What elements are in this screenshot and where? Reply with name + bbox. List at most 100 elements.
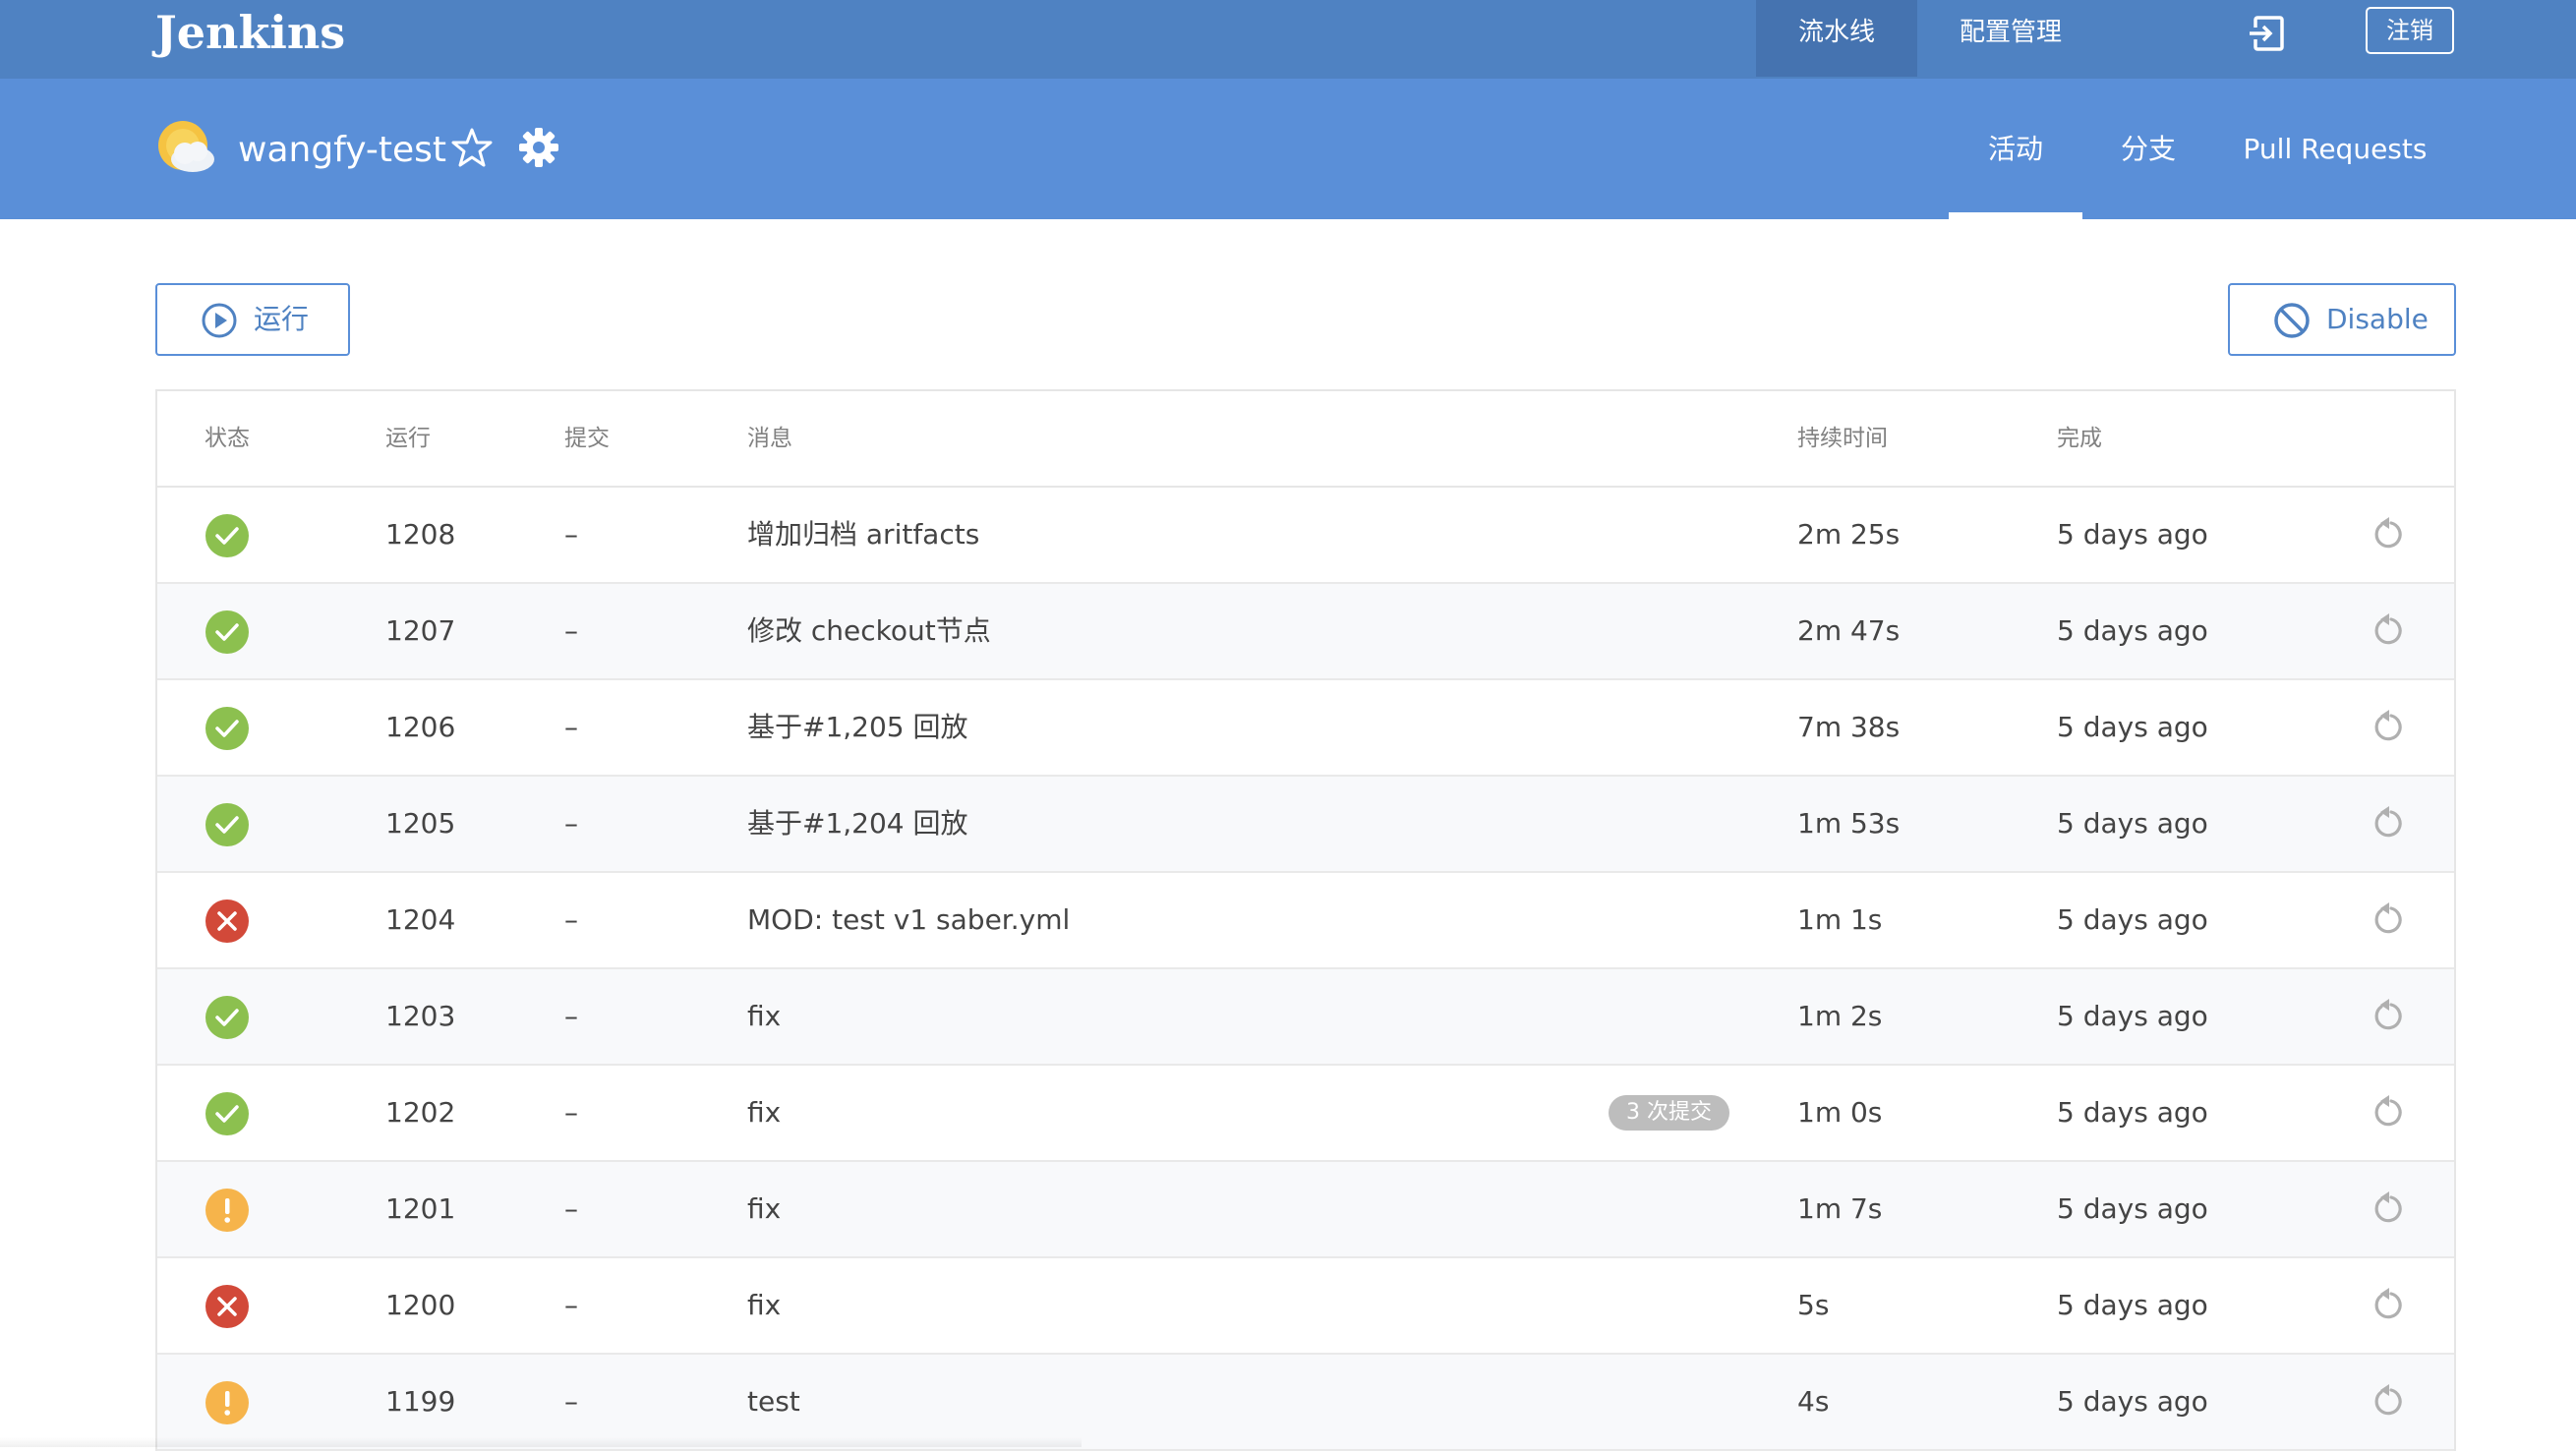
duration: 5s [1797,1289,1830,1321]
disable-button[interactable]: Disable [2228,283,2456,356]
partly-cloudy-icon [158,121,214,172]
commit-message: test [747,1385,800,1418]
completed-time: 5 days ago [2057,614,2208,647]
logout-button[interactable]: 注销 [2366,7,2454,54]
run-number: 1200 [385,1289,456,1321]
replay-icon[interactable] [2368,804,2407,843]
duration: 2m 47s [1797,614,1901,647]
table-row[interactable]: 1203 – fix 1m 2s 5 days ago [157,969,2454,1066]
gear-icon[interactable] [517,126,560,169]
commit-message: MOD: test v1 saber.yml [747,903,1071,936]
tab-activity[interactable]: 活动 [1949,128,2082,171]
commit-message: fix [747,1192,782,1225]
commit-message: 修改 checkout节点 [747,614,991,647]
unstable-exclamation-icon [205,1189,249,1232]
duration: 4s [1797,1385,1830,1418]
commit-message: fix [747,1096,782,1129]
jenkins-logo[interactable]: Jenkins [155,0,345,65]
column-header-duration[interactable]: 持续时间 [1797,391,1888,486]
completed-time: 5 days ago [2057,518,2208,551]
table-row[interactable]: 1200 – fix 5s 5 days ago [157,1258,2454,1355]
table-header: 状态 运行 提交 消息 持续时间 完成 [157,391,2454,488]
star-icon[interactable] [450,126,494,169]
exit-icon[interactable] [2247,14,2286,53]
commit-message: fix [747,1000,782,1032]
commit-message: 增加归档 aritfacts [747,518,980,551]
commit-message: 基于#1,205 回放 [747,711,968,743]
completed-time: 5 days ago [2057,711,2208,743]
column-header-commit[interactable]: 提交 [564,391,610,486]
tab-branches[interactable]: 分支 [2104,128,2193,171]
duration: 1m 1s [1797,903,1883,936]
column-header-status[interactable]: 状态 [205,391,250,486]
replay-icon[interactable] [2368,708,2407,747]
job-name[interactable]: wangfy-test [238,125,446,176]
success-check-icon [205,610,249,654]
commit-id: – [564,1096,578,1129]
commit-id: – [564,903,578,936]
run-number: 1199 [385,1385,456,1418]
duration: 1m 7s [1797,1192,1883,1225]
completed-time: 5 days ago [2057,1385,2208,1418]
success-check-icon [205,1092,249,1135]
duration: 7m 38s [1797,711,1901,743]
success-check-icon [205,707,249,750]
duration: 2m 25s [1797,518,1901,551]
commit-id: – [564,518,578,551]
run-number: 1206 [385,711,456,743]
completed-time: 5 days ago [2057,807,2208,840]
commit-id: – [564,1000,578,1032]
tab-pull-requests[interactable]: Pull Requests [2232,128,2438,171]
replay-icon[interactable] [2368,1382,2407,1422]
success-check-icon [205,514,249,557]
ban-icon [2274,303,2310,338]
table-row[interactable]: 1201 – fix 1m 7s 5 days ago [157,1162,2454,1258]
play-circle-icon [202,303,237,338]
table-row[interactable]: 1207 – 修改 checkout节点 2m 47s 5 days ago [157,584,2454,680]
replay-icon[interactable] [2368,1190,2407,1229]
unstable-exclamation-icon [205,1381,249,1424]
commit-id: – [564,711,578,743]
commit-id: – [564,807,578,840]
completed-time: 5 days ago [2057,1192,2208,1225]
bottom-shadow [0,1437,1082,1447]
table-row[interactable]: 1206 – 基于#1,205 回放 7m 38s 5 days ago [157,680,2454,777]
commit-id: – [564,1192,578,1225]
nav-pipelines[interactable]: 流水线 [1756,0,1917,77]
run-number: 1208 [385,518,456,551]
disable-button-label: Disable [2326,303,2429,335]
replay-icon[interactable] [2368,1093,2407,1132]
nav-administration[interactable]: 配置管理 [1917,0,2104,77]
replay-icon[interactable] [2368,900,2407,940]
activity-table: 状态 运行 提交 消息 持续时间 完成 1208 – 增加归档 aritfacts 2… [155,389,2456,1451]
commit-message: 基于#1,204 回放 [747,807,968,840]
run-number: 1205 [385,807,456,840]
failure-x-icon [205,1285,249,1328]
table-row[interactable]: 1205 – 基于#1,204 回放 1m 53s 5 days ago [157,777,2454,873]
column-header-message[interactable]: 消息 [747,391,792,486]
run-number: 1202 [385,1096,456,1129]
run-number: 1203 [385,1000,456,1032]
top-header: Jenkins 流水线 配置管理 注销 [0,0,2576,79]
table-row[interactable]: 1202 – fix 1m 0s 5 days ago 3 次提交 [157,1066,2454,1162]
replay-icon[interactable] [2368,515,2407,554]
commit-id: – [564,1385,578,1418]
completed-time: 5 days ago [2057,1096,2208,1129]
column-header-completed[interactable]: 完成 [2057,391,2102,486]
duration: 1m 2s [1797,1000,1883,1032]
run-button[interactable]: 运行 [155,283,350,356]
run-number: 1204 [385,903,456,936]
table-row[interactable]: 1208 – 增加归档 aritfacts 2m 25s 5 days ago [157,488,2454,584]
run-number: 1201 [385,1192,456,1225]
completed-time: 5 days ago [2057,1289,2208,1321]
replay-icon[interactable] [2368,1286,2407,1325]
table-row[interactable]: 1204 – MOD: test v1 saber.yml 1m 1s 5 days a… [157,873,2454,969]
replay-icon[interactable] [2368,997,2407,1036]
column-header-run[interactable]: 运行 [385,391,431,486]
commit-id: – [564,614,578,647]
completed-time: 5 days ago [2057,903,2208,936]
replay-icon[interactable] [2368,611,2407,651]
run-number: 1207 [385,614,456,647]
failure-x-icon [205,900,249,943]
success-check-icon [205,803,249,846]
